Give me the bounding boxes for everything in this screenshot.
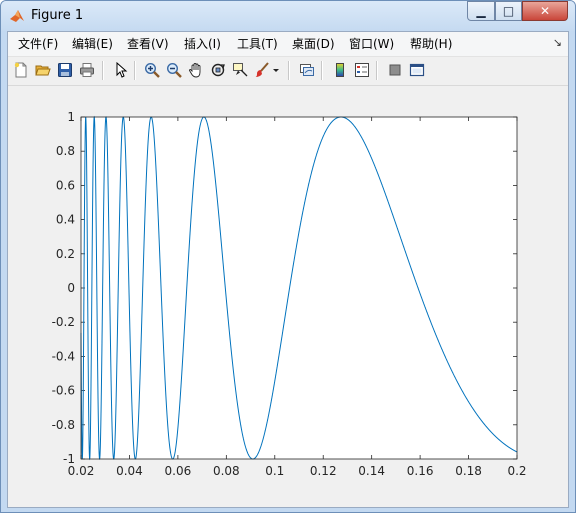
toolbar-separator [376,61,378,80]
y-tick-labels: -1 -0.8 -0.6 -0.4 -0.2 0 0.2 0.4 0.6 0.8 1 [52,110,75,466]
legend-icon[interactable] [353,61,371,79]
menu-tools[interactable]: 工具(T) [237,36,278,52]
rotate-3d-icon[interactable] [209,61,227,79]
pointer-icon[interactable] [112,61,130,79]
x-tick-label: 0.08 [213,464,240,478]
toolbar-separator [321,61,323,80]
menu-edit[interactable]: 编辑(E) [72,36,113,52]
menu-window[interactable]: 窗口(W) [349,36,394,52]
zoom-out-icon[interactable] [165,61,183,79]
x-tick-label: 0.12 [310,464,337,478]
plot-area: 0.02 0.04 0.06 0.08 0.1 0.12 0.14 0.16 0.18 0.2 -… [8,86,568,507]
x-tick-label: 0.04 [116,464,143,478]
close-button[interactable]: ✕ [522,1,568,21]
maximize-button[interactable]: □ [495,1,522,21]
figure-toolbar [8,57,568,86]
x-tick-label: 0.06 [165,464,192,478]
line-chart[interactable]: 0.02 0.04 0.06 0.08 0.1 0.12 0.14 0.16 0.18 0.2 -… [8,86,568,507]
open-file-icon[interactable] [34,61,52,79]
y-tick-label: -0.6 [52,384,75,398]
y-tick-label: 0.8 [56,144,75,158]
save-icon[interactable] [56,61,74,79]
y-tick-label: -1 [63,452,75,466]
y-tick-label: 0.6 [56,178,75,192]
menu-help[interactable]: 帮助(H) [410,36,452,52]
menu-desktop[interactable]: 桌面(D) [292,36,335,52]
brush-icon[interactable] [253,61,271,79]
toolbar-separator [134,61,136,80]
x-tick-label: 0.02 [68,464,95,478]
x-tick-label: 0.1 [265,464,284,478]
y-tick-label: 0.2 [56,247,75,261]
new-figure-icon[interactable] [12,61,30,79]
link-plot-icon[interactable] [298,61,316,79]
toolbar-separator [288,61,290,80]
pan-hand-icon[interactable] [187,61,205,79]
show-plot-tools-icon[interactable] [408,61,426,79]
figure-client-area: 文件(F) 编辑(E) 查看(V) 插入(I) 工具(T) 桌面(D) 窗口(W… [7,31,569,508]
menu-file[interactable]: 文件(F) [18,36,58,52]
figure-window: Figure 1 ▁ □ ✕ 文件(F) 编辑(E) 查看(V) 插入(I) 工… [0,0,576,513]
y-tick-label: 0 [67,281,75,295]
zoom-in-icon[interactable] [143,61,161,79]
hide-plot-tools-icon[interactable] [386,61,404,79]
y-tick-label: -0.4 [52,349,75,363]
menu-overflow-icon[interactable]: ↘ [553,36,562,49]
menu-insert[interactable]: 插入(I) [184,36,221,52]
minimize-icon: ▁ [476,4,486,18]
print-icon[interactable] [78,61,96,79]
close-icon: ✕ [539,4,551,18]
x-tick-label: 0.16 [407,464,434,478]
y-tick-label: 0.4 [56,213,75,227]
data-cursor-icon[interactable] [231,61,249,79]
x-tick-label: 0.14 [358,464,385,478]
minimize-button[interactable]: ▁ [467,1,495,21]
matlab-logo-icon [9,8,25,24]
y-tick-label: -0.8 [52,418,75,432]
x-tick-label: 0.2 [507,464,526,478]
title-bar[interactable]: Figure 1 ▁ □ ✕ [1,1,575,31]
toolbar-separator [102,61,104,80]
window-title: Figure 1 [31,8,84,23]
y-tick-label: -0.2 [52,315,75,329]
menu-view[interactable]: 查看(V) [127,36,169,52]
x-tick-labels: 0.02 0.04 0.06 0.08 0.1 0.12 0.14 0.16 0.18 0.2 [68,464,527,478]
colorbar-icon[interactable] [331,61,349,79]
brush-dropdown-icon[interactable] [271,61,281,79]
x-tick-label: 0.18 [455,464,482,478]
menu-bar: 文件(F) 编辑(E) 查看(V) 插入(I) 工具(T) 桌面(D) 窗口(W… [8,32,568,57]
maximize-icon: □ [502,4,515,18]
y-tick-label: 1 [67,110,75,124]
